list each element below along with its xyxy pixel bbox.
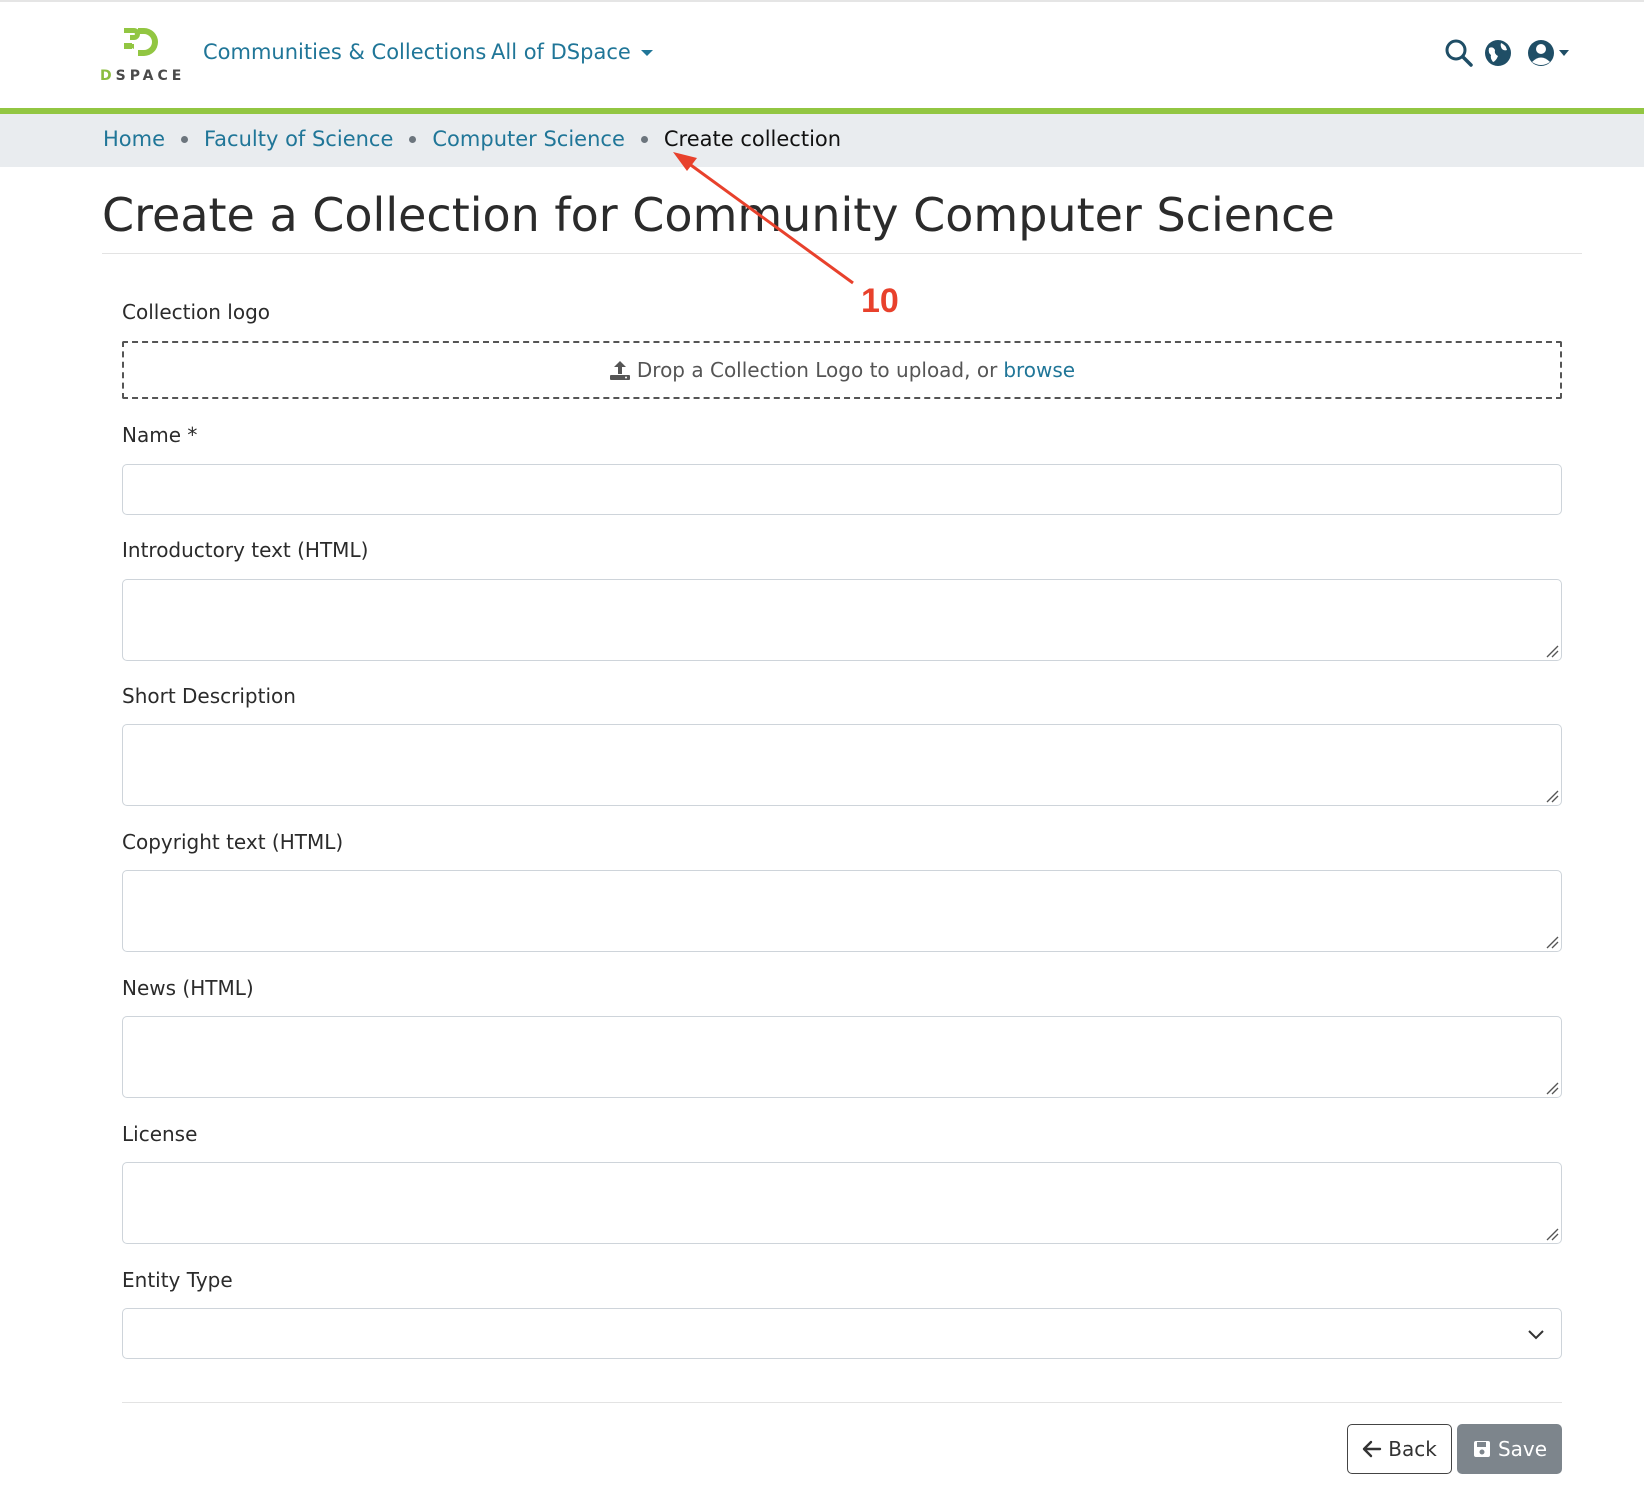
news-label: News (HTML): [122, 976, 254, 1000]
form-divider: [122, 1402, 1562, 1403]
license-label: License: [122, 1122, 198, 1146]
save-button[interactable]: Save: [1457, 1424, 1562, 1474]
nav-communities-collections[interactable]: Communities & Collections: [203, 40, 486, 64]
breadcrumb-current: Create collection: [663, 127, 842, 151]
license-textarea[interactable]: [122, 1162, 1562, 1244]
breadcrumb-faculty-of-science[interactable]: Faculty of Science: [204, 127, 393, 151]
floppy-disk-icon: [1473, 1441, 1490, 1457]
upload-icon: [609, 361, 630, 380]
breadcrumb-separator: [640, 135, 648, 143]
resize-grip-icon[interactable]: [1545, 1081, 1559, 1095]
back-button-label: Back: [1388, 1437, 1437, 1461]
dspace-logo[interactable]: DSPACE: [100, 26, 181, 86]
collection-logo-label: Collection logo: [122, 300, 271, 324]
site-header: DSPACE Communities & Collections All of …: [0, 2, 1644, 108]
breadcrumb-separator: [409, 135, 417, 143]
entity-type-label: Entity Type: [122, 1268, 233, 1292]
dspace-logo-icon: [124, 28, 158, 56]
resize-grip-icon[interactable]: [1545, 644, 1559, 658]
name-label: Name *: [122, 423, 198, 447]
annotation-label: 10: [861, 282, 899, 320]
nav-all-of-dspace-label: All of DSpace: [491, 40, 631, 64]
short-description-textarea[interactable]: [122, 724, 1562, 806]
back-button[interactable]: Back: [1347, 1424, 1452, 1474]
save-button-label: Save: [1497, 1437, 1548, 1461]
resize-grip-icon[interactable]: [1545, 1227, 1559, 1241]
copyright-text-textarea[interactable]: [122, 870, 1562, 952]
dropzone-text: Drop a Collection Logo to upload, or: [636, 358, 998, 382]
caret-down-icon: [640, 50, 653, 56]
breadcrumb-computer-science[interactable]: Computer Science: [432, 127, 624, 151]
breadcrumb-home[interactable]: Home: [103, 127, 165, 151]
logo-dropzone[interactable]: Drop a Collection Logo to upload, or bro…: [122, 341, 1562, 399]
user-menu-icon[interactable]: [1526, 38, 1572, 68]
chevron-down-icon: [1528, 1330, 1544, 1340]
logo-text: SPACE: [115, 68, 186, 84]
breadcrumb-separator: [181, 135, 189, 143]
nav-all-of-dspace[interactable]: All of DSpace: [491, 40, 653, 64]
breadcrumb: Home Faculty of Science Computer Science…: [0, 114, 1644, 167]
browse-link[interactable]: browse: [1003, 358, 1075, 382]
copyright-text-label: Copyright text (HTML): [122, 830, 344, 854]
introductory-text-label: Introductory text (HTML): [122, 538, 369, 562]
arrow-left-icon: [1363, 1440, 1382, 1458]
title-divider: [102, 253, 1582, 254]
news-textarea[interactable]: [122, 1016, 1562, 1098]
search-icon[interactable]: [1444, 38, 1474, 68]
resize-grip-icon[interactable]: [1545, 789, 1559, 803]
introductory-text-textarea[interactable]: [122, 579, 1562, 661]
name-input[interactable]: [122, 464, 1562, 515]
globe-icon[interactable]: [1483, 38, 1513, 68]
resize-grip-icon[interactable]: [1545, 935, 1559, 949]
entity-type-select[interactable]: [122, 1308, 1562, 1359]
logo-wordmark: DSPACE: [100, 68, 186, 84]
short-description-label: Short Description: [122, 684, 296, 708]
page-title: Create a Collection for Community Comput…: [102, 188, 1335, 242]
